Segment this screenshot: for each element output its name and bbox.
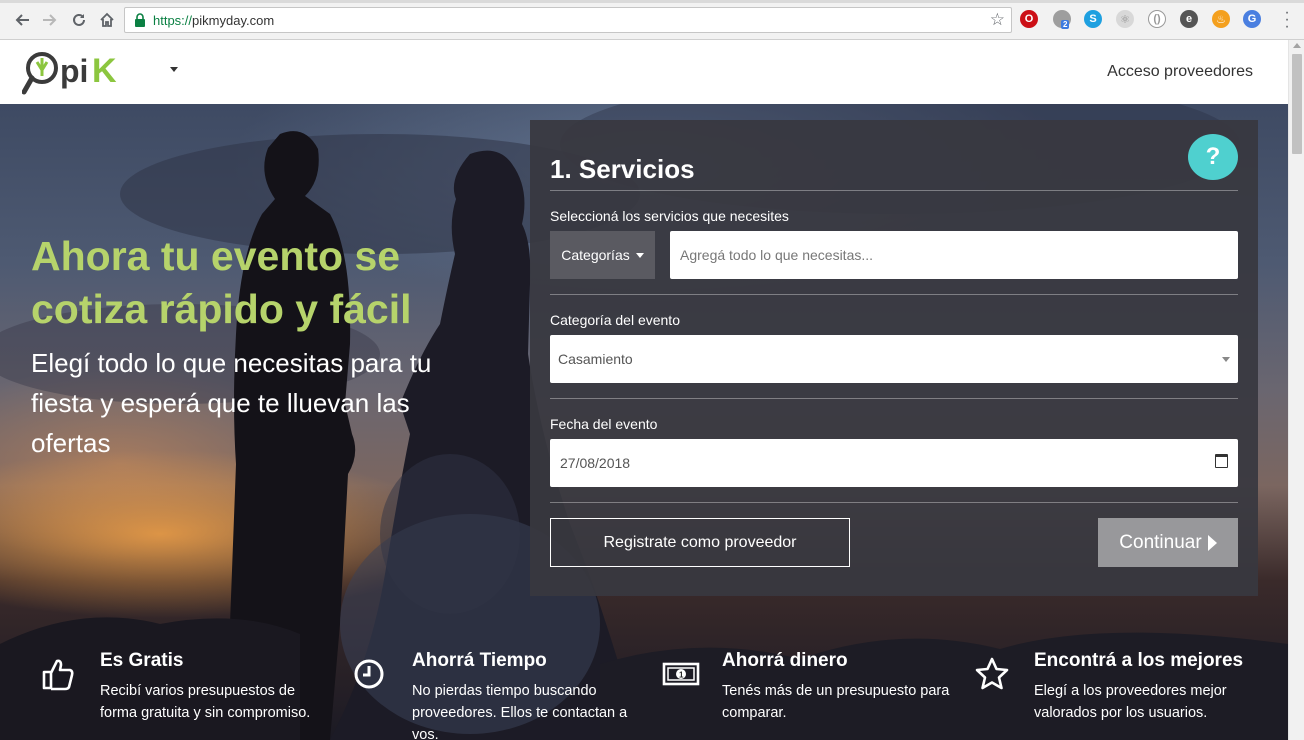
- feature-text: Elegí a los proveedores mejor valorados …: [1034, 683, 1227, 721]
- home-icon: [100, 12, 114, 27]
- language-dropdown-caret[interactable]: [170, 67, 178, 72]
- help-button[interactable]: ?: [1188, 134, 1238, 180]
- fire-extension-icon[interactable]: ♨: [1212, 10, 1230, 28]
- url-text: https://pikmyday.com: [153, 13, 275, 28]
- feature-text: Tenés más de un presupuesto para compara…: [722, 683, 950, 721]
- event-date-label: Fecha del evento: [550, 416, 658, 432]
- site-header: pi K Acceso proveedores: [0, 40, 1288, 104]
- event-date-input[interactable]: 27/08/2018: [550, 439, 1238, 487]
- money-icon: 1: [662, 662, 700, 686]
- reload-icon: [73, 13, 85, 26]
- thumbs-up-icon: [42, 659, 74, 691]
- categories-button-label: Categorías: [561, 247, 630, 263]
- categories-dropdown-button[interactable]: Categorías: [550, 231, 655, 279]
- forward-button[interactable]: [38, 8, 62, 32]
- services-form-panel: ? 1. Servicios Seleccioná los servicios …: [530, 120, 1258, 596]
- page-scrollbar[interactable]: [1288, 40, 1304, 740]
- extension-badge: 2: [1061, 20, 1070, 29]
- hero-section: Ahora tu evento se cotiza rápido y fácil…: [0, 104, 1288, 740]
- divider: [550, 190, 1238, 191]
- scroll-thumb[interactable]: [1292, 54, 1302, 154]
- feature-title: Encontrá a los mejores: [1034, 650, 1244, 671]
- site-logo[interactable]: pi K: [21, 46, 132, 100]
- forward-arrow-icon: [43, 14, 57, 26]
- evernote-extension-icon[interactable]: e: [1180, 10, 1198, 28]
- scroll-up-arrow-icon[interactable]: [1293, 43, 1301, 48]
- services-search-input[interactable]: Agregá todo lo que necesitas...: [670, 231, 1238, 279]
- feature-text: No pierdas tiempo buscando proveedores. …: [412, 683, 628, 740]
- extension-with-badge-icon[interactable]: 2: [1053, 10, 1071, 29]
- providers-access-link[interactable]: Acceso proveedores: [1107, 63, 1253, 81]
- event-date-value: 27/08/2018: [560, 455, 631, 471]
- tab-strip: [0, 0, 1304, 3]
- home-button[interactable]: [95, 8, 119, 32]
- bookmark-star-icon[interactable]: ☆: [990, 10, 1005, 30]
- divider: [550, 294, 1238, 295]
- back-button[interactable]: [10, 8, 34, 32]
- lock-icon: [135, 13, 145, 27]
- svg-text:1: 1: [679, 671, 684, 680]
- register-provider-button[interactable]: Registrate como proveedor: [550, 518, 850, 567]
- calendar-icon[interactable]: [1215, 454, 1228, 468]
- continue-button-label: Continuar: [1119, 531, 1202, 553]
- hero-headline: Ahora tu evento se cotiza rápido y fácil: [31, 233, 412, 332]
- address-bar[interactable]: https://pikmyday.com ☆: [124, 7, 1012, 33]
- star-icon: [975, 657, 1009, 690]
- feature-title: Ahorrá dinero: [722, 650, 848, 671]
- opera-extension-icon[interactable]: O: [1020, 10, 1038, 28]
- react-extension-icon[interactable]: ⚛: [1116, 10, 1134, 28]
- translate-extension-icon[interactable]: G: [1243, 10, 1261, 28]
- script-extension-icon[interactable]: (): [1148, 10, 1166, 28]
- browser-menu-icon[interactable]: · · ·: [1284, 5, 1290, 35]
- back-arrow-icon: [15, 14, 29, 26]
- feature-text: Recibí varios presupuestos de forma grat…: [100, 683, 311, 721]
- divider: [550, 398, 1238, 399]
- hero-subheadline: Elegí todo lo que necesitas para tu fies…: [31, 348, 432, 458]
- reload-button[interactable]: [67, 8, 91, 32]
- clock-icon: [354, 659, 384, 689]
- svg-text:K: K: [92, 52, 117, 90]
- select-arrow-icon: [1222, 357, 1230, 362]
- feature-title: Es Gratis: [100, 650, 184, 671]
- play-arrow-icon: [1207, 534, 1217, 551]
- chevron-down-icon: [635, 252, 644, 258]
- services-label: Seleccioná los servicios que necesites: [550, 208, 789, 224]
- skype-extension-icon[interactable]: S: [1084, 10, 1102, 28]
- form-title: 1. Servicios: [550, 154, 695, 184]
- event-category-value: Casamiento: [558, 351, 633, 367]
- event-category-label: Categoría del evento: [550, 312, 680, 328]
- divider: [550, 502, 1238, 503]
- event-category-select[interactable]: Casamiento: [550, 335, 1238, 383]
- feature-title: Ahorrá Tiempo: [412, 650, 547, 671]
- page: pi K Acceso proveedores Ahora tu evento …: [0, 40, 1288, 740]
- services-placeholder: Agregá todo lo que necesitas...: [680, 247, 874, 263]
- magnifier-logo-icon: pi K: [21, 52, 117, 95]
- continue-button[interactable]: Continuar: [1098, 518, 1238, 567]
- browser-toolbar: https://pikmyday.com ☆ O 2 S ⚛ () e ♨ G …: [0, 0, 1304, 40]
- svg-text:pi: pi: [60, 53, 88, 89]
